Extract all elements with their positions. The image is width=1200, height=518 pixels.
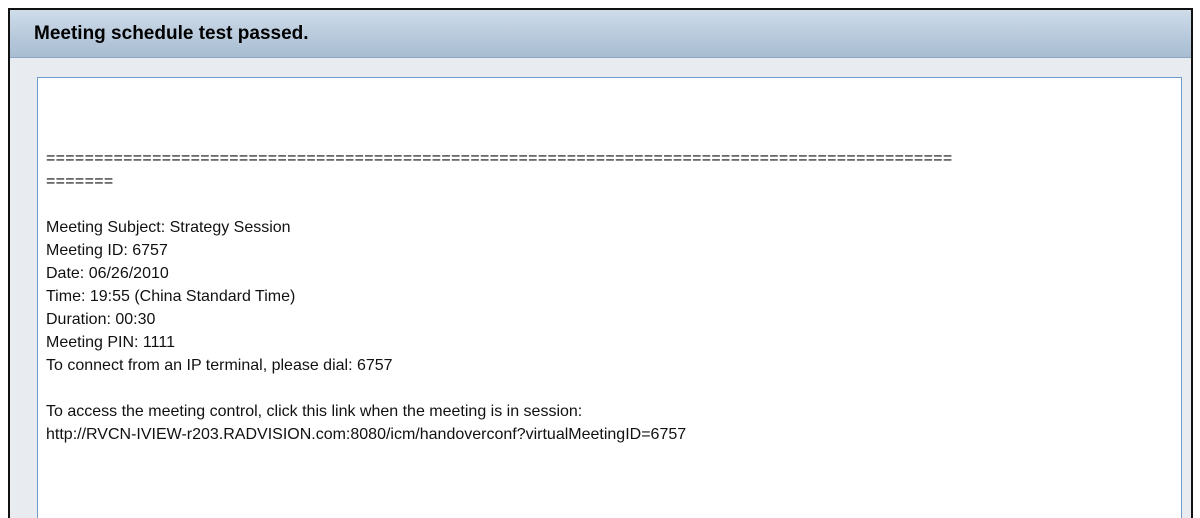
result-dialog: Meeting schedule test passed. ==========…: [8, 8, 1193, 518]
cropped-text-strip: [0, 0, 1200, 8]
separator-line-continued: =======: [46, 173, 114, 190]
dial-instructions: To connect from an IP terminal, please d…: [46, 357, 393, 374]
dialog-title-bar: Meeting schedule test passed.: [10, 10, 1191, 58]
separator-line: ========================================…: [46, 150, 953, 167]
meeting-id: Meeting ID: 6757: [46, 242, 168, 259]
meeting-duration: Duration: 00:30: [46, 311, 156, 328]
meeting-control-url[interactable]: http://RVCN-IVIEW-r203.RADVISION.com:808…: [46, 423, 1181, 446]
meeting-pin: Meeting PIN: 1111: [46, 334, 175, 351]
dialog-title: Meeting schedule test passed.: [34, 22, 309, 44]
meeting-subject: Meeting Subject: Strategy Session: [46, 219, 291, 236]
access-instructions: To access the meeting control, click thi…: [46, 403, 583, 420]
meeting-date: Date: 06/26/2010: [46, 265, 169, 282]
message-panel: ========================================…: [37, 77, 1182, 518]
meeting-time: Time: 19:55 (China Standard Time): [46, 288, 296, 305]
